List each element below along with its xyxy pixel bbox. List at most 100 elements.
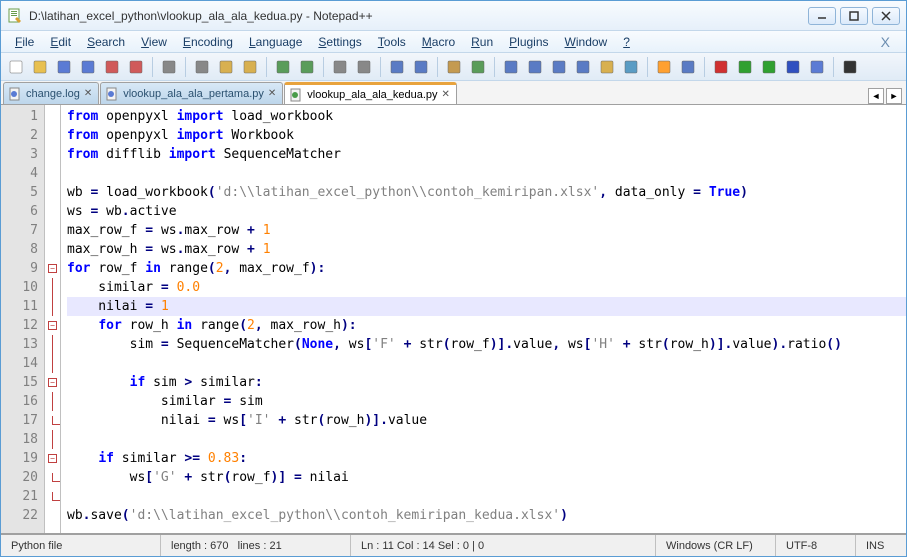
play-button[interactable] [734, 56, 756, 78]
code-line[interactable]: from difflib import SequenceMatcher [67, 145, 906, 164]
fold-marker[interactable]: − [45, 449, 60, 468]
line-number[interactable]: 4 [1, 164, 38, 183]
code-line[interactable]: similar = 0.0 [67, 278, 906, 297]
fold-column[interactable]: − − − − [45, 105, 61, 533]
code-line[interactable] [67, 487, 906, 506]
tab-vlookup_ala_ala_kedua-py[interactable]: vlookup_ala_ala_kedua.py✕ [284, 82, 457, 104]
func-button[interactable] [653, 56, 675, 78]
find-button[interactable] [329, 56, 351, 78]
saveall-button[interactable] [77, 56, 99, 78]
code-line[interactable]: ws['G' + str(row_f)] = nilai [67, 468, 906, 487]
code-line[interactable]: sim = SequenceMatcher(None, ws['F' + str… [67, 335, 906, 354]
line-number[interactable]: 16 [1, 392, 38, 411]
fold-marker[interactable] [45, 240, 60, 259]
fold-marker[interactable]: − [45, 316, 60, 335]
code-line[interactable]: wb.save('d:\\latihan_excel_python\\conto… [67, 506, 906, 525]
menu-window[interactable]: Window [557, 33, 616, 51]
tab-close-icon[interactable]: ✕ [442, 89, 450, 100]
paste-button[interactable] [239, 56, 261, 78]
rec-button[interactable] [710, 56, 732, 78]
menu-edit[interactable]: Edit [42, 33, 79, 51]
code-line[interactable]: for row_f in range(2, max_row_f): [67, 259, 906, 278]
fold-marker[interactable] [45, 145, 60, 164]
fold-marker[interactable]: − [45, 373, 60, 392]
tab-prev-button[interactable]: ◄ [868, 88, 884, 104]
close-button[interactable] [101, 56, 123, 78]
fold-marker[interactable] [45, 506, 60, 525]
playfast-button[interactable] [758, 56, 780, 78]
line-number[interactable]: 2 [1, 126, 38, 145]
indent-button[interactable] [524, 56, 546, 78]
wrap-button[interactable] [467, 56, 489, 78]
abc-button[interactable] [839, 56, 861, 78]
fold-marker[interactable]: − [45, 259, 60, 278]
menu-file[interactable]: File [7, 33, 42, 51]
maximize-button[interactable] [840, 7, 868, 25]
stop-button[interactable] [782, 56, 804, 78]
print-button[interactable] [158, 56, 180, 78]
zoomin-button[interactable] [386, 56, 408, 78]
menu-help[interactable]: ? [615, 33, 638, 51]
tab-change-log[interactable]: change.log✕ [3, 82, 99, 104]
code-line[interactable]: for row_h in range(2, max_row_h): [67, 316, 906, 335]
line-number[interactable]: 3 [1, 145, 38, 164]
fold-marker[interactable] [45, 202, 60, 221]
line-number[interactable]: 7 [1, 221, 38, 240]
fold-marker[interactable] [45, 297, 60, 316]
code-line[interactable]: similar = sim [67, 392, 906, 411]
line-number[interactable]: 14 [1, 354, 38, 373]
showws-button[interactable] [620, 56, 642, 78]
fold-marker[interactable] [45, 126, 60, 145]
fold-marker[interactable] [45, 468, 60, 487]
code-line[interactable]: from openpyxl import Workbook [67, 126, 906, 145]
save2-button[interactable] [806, 56, 828, 78]
menu-macro[interactable]: Macro [414, 33, 463, 51]
copy-button[interactable] [215, 56, 237, 78]
line-number[interactable]: 1 [1, 107, 38, 126]
sync-button[interactable] [443, 56, 465, 78]
fold-marker[interactable] [45, 278, 60, 297]
fold-marker[interactable] [45, 335, 60, 354]
fold-marker[interactable] [45, 487, 60, 506]
code-line[interactable]: nilai = 1 [67, 297, 906, 316]
line-number[interactable]: 9 [1, 259, 38, 278]
code-line[interactable]: if sim > similar: [67, 373, 906, 392]
fold-marker[interactable] [45, 430, 60, 449]
line-number[interactable]: 17 [1, 411, 38, 430]
new-button[interactable] [5, 56, 27, 78]
tab-vlookup_ala_ala_pertama-py[interactable]: vlookup_ala_ala_pertama.py✕ [100, 82, 283, 104]
tab-close-icon[interactable]: ✕ [84, 88, 92, 99]
foldall-button[interactable] [548, 56, 570, 78]
fold-marker[interactable] [45, 221, 60, 240]
code-line[interactable]: max_row_h = ws.max_row + 1 [67, 240, 906, 259]
replace-button[interactable] [353, 56, 375, 78]
line-number[interactable]: 19 [1, 449, 38, 468]
line-number[interactable]: 10 [1, 278, 38, 297]
close-button[interactable] [872, 7, 900, 25]
cut-button[interactable] [191, 56, 213, 78]
doc-button[interactable] [677, 56, 699, 78]
line-number[interactable]: 21 [1, 487, 38, 506]
menu-settings[interactable]: Settings [310, 33, 369, 51]
line-number[interactable]: 5 [1, 183, 38, 202]
menu-language[interactable]: Language [241, 33, 310, 51]
fold-marker[interactable] [45, 107, 60, 126]
save-button[interactable] [53, 56, 75, 78]
tab-next-button[interactable]: ► [886, 88, 902, 104]
fold-marker[interactable] [45, 411, 60, 430]
line-number[interactable]: 6 [1, 202, 38, 221]
code-line[interactable] [67, 164, 906, 183]
redo-button[interactable] [296, 56, 318, 78]
menu-search[interactable]: Search [79, 33, 133, 51]
zoomout-button[interactable] [410, 56, 432, 78]
code-area[interactable]: from openpyxl import load_workbookfrom o… [61, 105, 906, 533]
line-number[interactable]: 12 [1, 316, 38, 335]
line-number[interactable]: 8 [1, 240, 38, 259]
dir-button[interactable] [596, 56, 618, 78]
fold-marker[interactable] [45, 354, 60, 373]
line-number[interactable]: 13 [1, 335, 38, 354]
line-number[interactable]: 22 [1, 506, 38, 525]
line-number[interactable]: 11 [1, 297, 38, 316]
fold-marker[interactable] [45, 164, 60, 183]
code-line[interactable] [67, 354, 906, 373]
